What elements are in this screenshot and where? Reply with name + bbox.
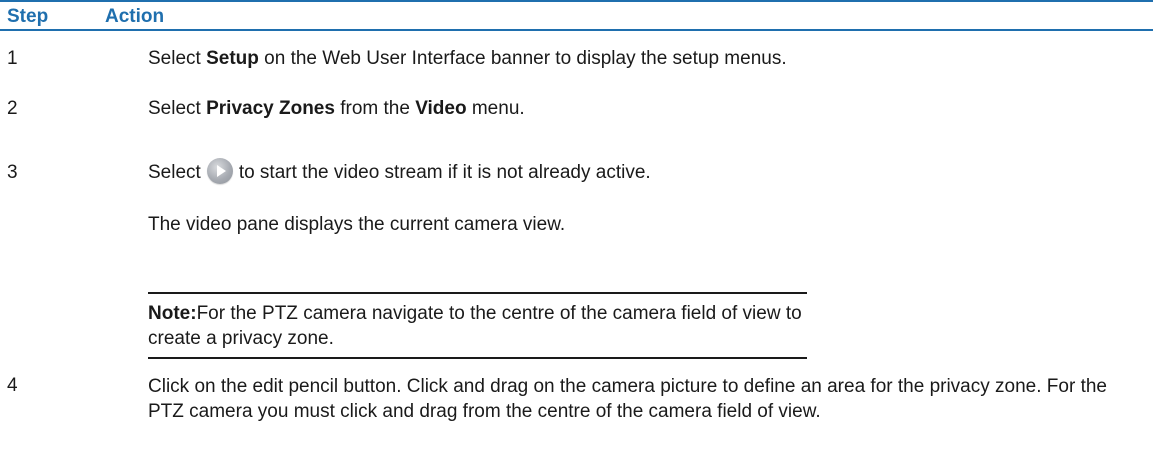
step-3-result-text: The video pane displays the current came…	[148, 214, 566, 235]
action-bold-text: Privacy Zones	[206, 98, 335, 119]
action-text: Select	[148, 98, 207, 119]
step-action-2: Select Privacy Zones from the Video menu…	[148, 96, 525, 121]
step-number-1: 1	[7, 48, 18, 69]
action-bold-text: Video	[415, 98, 467, 119]
step-action-4: Click on the edit pencil button. Click a…	[148, 376, 1107, 422]
procedure-document: Step Action 1 Select Setup on the Web Us…	[0, 0, 1153, 455]
action-text: on the Web User Interface banner to disp…	[258, 48, 787, 69]
note-box: Note:For the PTZ camera navigate to the …	[148, 292, 807, 359]
header-action: Action	[105, 6, 165, 27]
table-header: Step Action	[0, 0, 1153, 31]
step-action-3: Select to start the video stream if it is…	[148, 158, 651, 185]
action-text: to start the video stream if it is not a…	[238, 162, 651, 183]
step-action-1: Select Setup on the Web User Interface b…	[148, 46, 787, 71]
step-number-2: 2	[7, 98, 18, 119]
action-text: Select	[148, 48, 207, 69]
action-text: Select	[148, 162, 201, 183]
action-bold-text: Setup	[206, 48, 259, 69]
note-text: Note:For the PTZ camera navigate to the …	[148, 301, 807, 351]
play-button-icon	[206, 158, 233, 184]
action-text: menu.	[466, 98, 525, 119]
action-text: from the	[334, 98, 416, 119]
step-number-3: 3	[7, 162, 18, 183]
step-number-4: 4	[7, 375, 18, 396]
note-body: For the PTZ camera navigate to the centr…	[148, 303, 802, 349]
header-step: Step	[7, 6, 49, 27]
note-label: Note:	[148, 303, 197, 324]
